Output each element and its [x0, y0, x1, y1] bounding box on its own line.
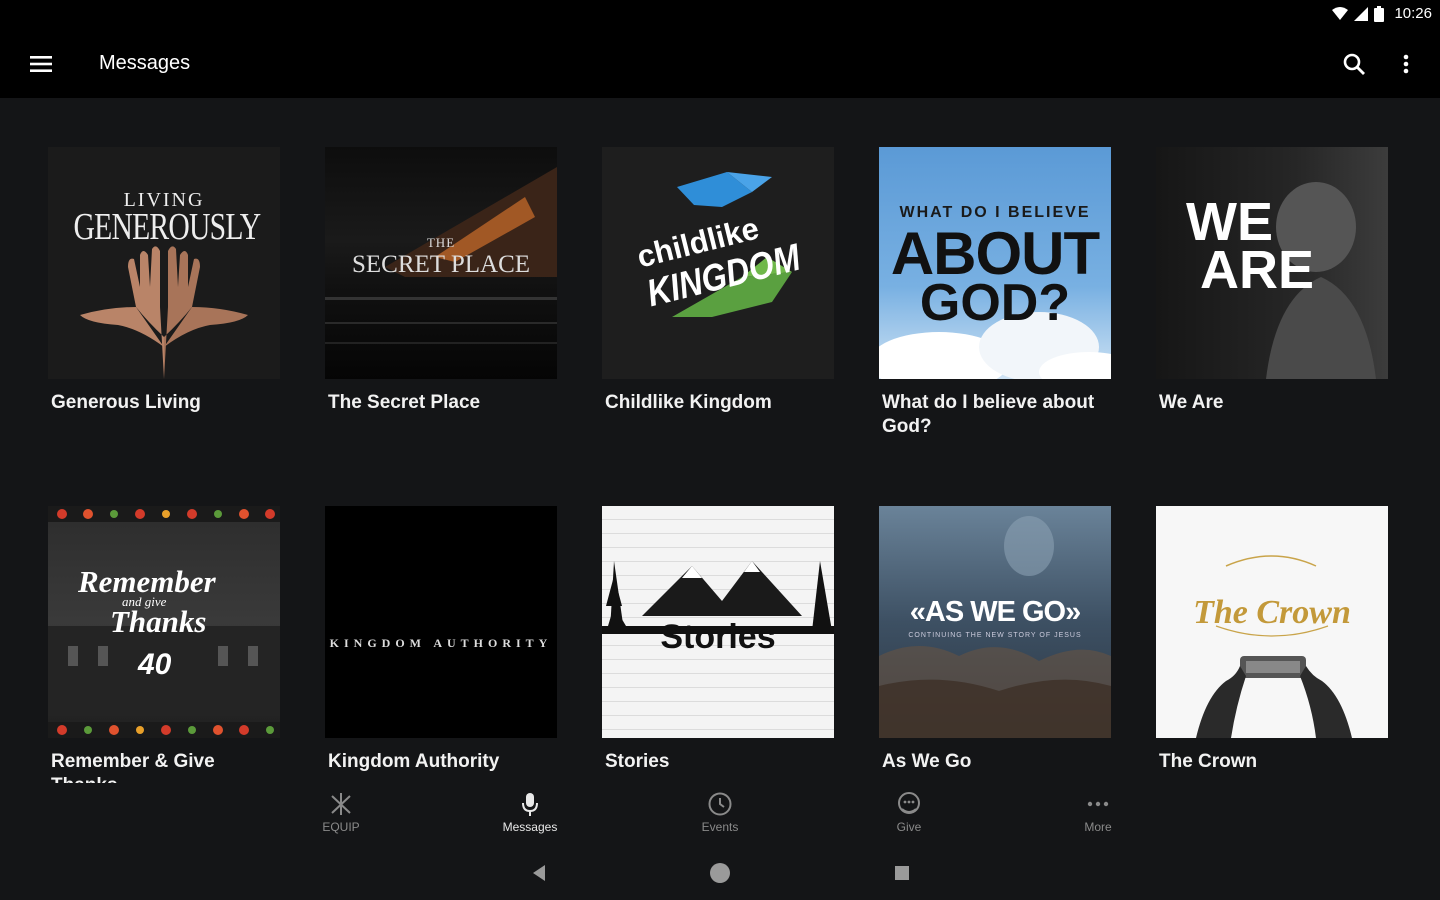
status-time: 10:26 — [1394, 5, 1432, 22]
series-artwork: The Crown — [1156, 506, 1388, 738]
artwork-text: «AS WE GO» — [909, 596, 1082, 628]
battery-icon — [1374, 5, 1385, 22]
series-title: Kingdom Authority — [328, 751, 500, 772]
series-artwork: KINGDOM AUTHORITY — [325, 506, 557, 738]
status-icons: 10:26 — [1332, 5, 1432, 22]
series-grid: LIVING GENEROUSLY Generous Living THE SE… — [0, 98, 1440, 783]
menu-button[interactable] — [22, 50, 60, 78]
search-button[interactable] — [1338, 48, 1370, 80]
nav-tab-more[interactable]: More — [1053, 791, 1143, 839]
series-card[interactable]: Remember and give Thanks 40 Remember & G… — [48, 506, 280, 783]
series-artwork: WE ARE — [1156, 147, 1388, 379]
series-artwork: WHAT DO I BELIEVE ABOUT GOD? — [879, 147, 1111, 379]
home-button[interactable] — [708, 861, 732, 885]
recents-button[interactable] — [890, 861, 914, 885]
artwork-text: The Crown — [1193, 594, 1351, 631]
nav-tab-events[interactable]: Events — [675, 791, 765, 839]
artwork-text: CONTINUING THE NEW STORY OF JESUS — [908, 632, 1082, 639]
series-artwork: LIVING GENEROUSLY — [48, 147, 280, 379]
overflow-menu-button[interactable] — [1390, 48, 1422, 80]
series-title: Remember & Give Thanks — [51, 751, 215, 783]
home-circle-icon — [710, 863, 730, 883]
status-bar: 10:26 — [0, 0, 1440, 30]
series-card[interactable]: Stories Stories — [602, 506, 834, 774]
series-title: Stories — [605, 751, 670, 772]
equip-icon — [331, 793, 351, 815]
series-title: What do I believe about God? — [882, 392, 1095, 437]
nav-label: More — [1084, 820, 1112, 834]
app-bar: Messages — [0, 30, 1440, 98]
artwork-text: KINGDOM AUTHORITY — [329, 636, 553, 650]
series-card[interactable]: THE SECRET PLACE The Secret Place — [325, 147, 557, 415]
artwork-text: SECRET PLACE — [351, 251, 531, 278]
series-artwork: Remember and give Thanks 40 — [48, 506, 280, 738]
series-title: We Are — [1159, 392, 1224, 413]
nav-label: Give — [896, 820, 922, 834]
open-hands-illustration — [80, 246, 248, 379]
nav-tab-equip[interactable]: EQUIP — [296, 791, 386, 839]
nav-label: Events — [701, 820, 739, 834]
nav-tab-messages[interactable]: Messages — [485, 791, 575, 839]
series-artwork: THE SECRET PLACE — [325, 147, 557, 379]
artwork-text: Stories — [660, 618, 776, 656]
nav-label: EQUIP — [322, 820, 360, 834]
series-artwork: childlike KINGDOM — [602, 147, 834, 379]
series-title: Generous Living — [51, 392, 201, 413]
series-artwork: «AS WE GO» CONTINUING THE NEW STORY OF J… — [879, 506, 1111, 738]
more-vertical-icon — [1403, 54, 1409, 74]
series-card[interactable]: KINGDOM AUTHORITY Kingdom Authority — [325, 506, 557, 774]
page-title: Messages — [99, 52, 191, 74]
series-title: The Crown — [1159, 751, 1258, 772]
artwork-text: GOD? — [919, 274, 1071, 332]
series-card[interactable]: WE ARE We Are — [1156, 147, 1388, 415]
more-horizontal-icon — [1087, 801, 1109, 807]
series-card[interactable]: WHAT DO I BELIEVE ABOUT GOD? What do I b… — [879, 147, 1111, 439]
signal-icon — [1354, 6, 1369, 21]
artwork-text: ARE — [1200, 240, 1315, 300]
series-card[interactable]: «AS WE GO» CONTINUING THE NEW STORY OF J… — [879, 506, 1111, 774]
bottom-navigation: EQUIP Messages Events Give More — [0, 783, 1440, 845]
series-card[interactable]: childlike KINGDOM Childlike Kingdom — [602, 147, 834, 415]
hamburger-menu-icon — [30, 56, 52, 72]
artwork-text: 40 — [138, 648, 172, 681]
give-icon — [898, 792, 920, 814]
back-button[interactable] — [527, 861, 551, 885]
series-artwork: Stories — [602, 506, 834, 738]
series-title: As We Go — [882, 751, 972, 772]
recents-square-icon — [895, 866, 909, 880]
series-title: Childlike Kingdom — [605, 392, 772, 413]
nav-label: Messages — [502, 820, 558, 834]
artwork-text: THE — [426, 235, 456, 250]
system-navigation-bar — [0, 845, 1440, 900]
clock-icon — [708, 792, 732, 816]
series-title: The Secret Place — [328, 392, 481, 413]
artwork-text: Thanks — [110, 604, 207, 639]
search-icon — [1343, 53, 1365, 75]
series-card[interactable]: LIVING GENEROUSLY Generous Living — [48, 147, 280, 415]
back-triangle-icon — [533, 865, 545, 881]
nav-tab-give[interactable]: Give — [864, 791, 954, 839]
series-card[interactable]: The Crown The Crown — [1156, 506, 1388, 774]
microphone-icon — [522, 793, 538, 816]
wifi-icon — [1332, 6, 1349, 20]
